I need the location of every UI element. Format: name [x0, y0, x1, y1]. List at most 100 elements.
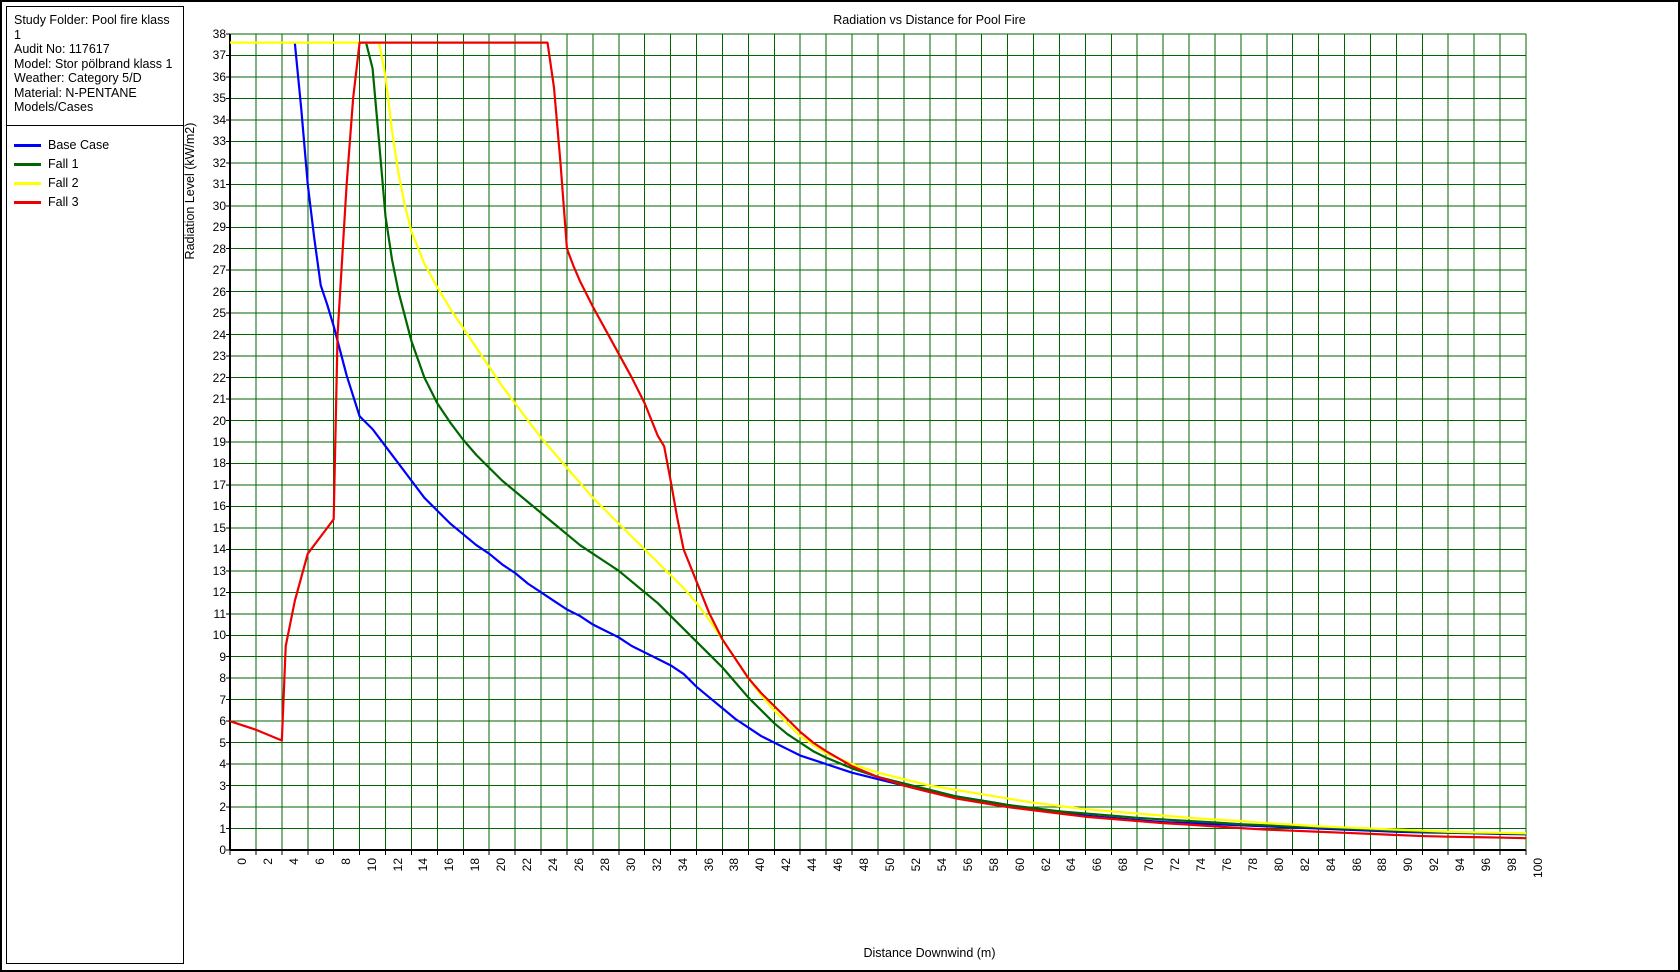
y-tick-label: 4: [219, 757, 226, 772]
plot-inner: [226, 33, 1527, 855]
x-tick-label: 50: [883, 858, 897, 872]
x-tick-label: 66: [1090, 858, 1105, 872]
y-tick-label: 37: [212, 48, 226, 63]
y-tick-label: 19: [212, 435, 226, 449]
legend-label-fall-2: Fall 2: [48, 176, 79, 190]
x-tick-label: 46: [831, 858, 846, 872]
legend-item-fall-2[interactable]: Fall 2: [14, 174, 178, 193]
x-tick-label: 6: [312, 858, 327, 865]
x-tick-label: 72: [1168, 858, 1183, 872]
x-tick-label: 86: [1349, 858, 1364, 872]
chart-title: Radiation vs Distance for Pool Fire: [833, 13, 1026, 27]
y-tick-label: 23: [212, 349, 226, 364]
x-tick-label: 88: [1375, 858, 1390, 872]
legend-item-base-case[interactable]: Base Case: [14, 136, 178, 155]
x-tick-label: 58: [986, 858, 1001, 872]
y-tick-label: 30: [212, 198, 226, 213]
y-tick-label: 35: [212, 91, 226, 106]
x-tick-label: 0: [235, 858, 249, 865]
x-tick-label: 70: [1142, 858, 1157, 872]
model-line: Model: Stor pölbrand klass 1: [14, 56, 173, 71]
material-line: Material: N-PENTANE: [14, 85, 137, 100]
x-tick-label: 44: [805, 858, 820, 872]
y-tick-label: 5: [219, 735, 226, 750]
y-tick-label: 13: [212, 563, 226, 578]
x-tick-label: 12: [390, 858, 405, 872]
legend-swatch-fall-1: [14, 162, 41, 166]
series-layer: [229, 41, 1527, 840]
y-tick-label: 16: [212, 499, 226, 514]
x-tick-label: 90: [1401, 858, 1416, 872]
y-tick-label: 14: [212, 542, 226, 557]
y-tick-label: 17: [212, 477, 226, 492]
x-tick-label: 16: [442, 858, 457, 872]
study-folder-line: Study Folder: Pool fire klass 1: [14, 13, 170, 42]
y-tick-label: 21: [212, 392, 226, 407]
y-tick-label: 11: [213, 606, 226, 621]
x-tick-label: 22: [520, 858, 535, 872]
x-tick-label: 64: [1064, 858, 1079, 872]
y-tick-label: 25: [212, 306, 226, 321]
x-axis-label: Distance Downwind (m): [863, 946, 996, 960]
x-tick-label: 18: [468, 858, 483, 872]
y-tick-label: 22: [212, 370, 226, 385]
legend-label-fall-3: Fall 3: [48, 195, 79, 209]
legend-item-fall-1[interactable]: Fall 1: [14, 155, 178, 174]
x-tick-label: 56: [960, 858, 975, 872]
x-tick-label: 80: [1271, 858, 1286, 872]
y-tick-label: 24: [212, 327, 226, 342]
y-tick-label: 18: [212, 456, 226, 471]
x-tick-label: 38: [727, 858, 742, 872]
y-tick-label: 2: [219, 800, 226, 815]
x-tick-label: 94: [1453, 858, 1468, 872]
x-tick-label: 14: [416, 858, 431, 872]
y-tick-label: 3: [219, 778, 226, 793]
weather-line: Weather: Category 5/D: [14, 71, 142, 85]
legend-swatch-fall-2: [14, 181, 41, 185]
chart-region: Radiation vs Distance for Pool Fire Radi…: [183, 6, 1674, 966]
x-tick-label: 52: [908, 858, 923, 872]
x-tick-label: 48: [857, 858, 872, 872]
x-tick-label: 84: [1323, 858, 1338, 872]
x-tick-label: 40: [753, 858, 768, 872]
audit-no-line: Audit No: 117617: [14, 42, 110, 56]
x-tick-label: 28: [597, 858, 612, 872]
y-tick-label: 20: [212, 413, 226, 428]
y-tick-label: 38: [212, 27, 226, 41]
legend-item-fall-3[interactable]: Fall 3: [14, 193, 178, 212]
x-tick-label: 96: [1479, 858, 1494, 872]
x-tick-label: 4: [286, 858, 301, 865]
y-tick-label: 31: [212, 177, 226, 192]
y-tick-label: 12: [212, 585, 226, 600]
chart-legend: Base Case Fall 1 Fall 2 Fall 3: [7, 126, 183, 216]
x-tick-label: 20: [494, 858, 509, 872]
y-tick-label: 7: [219, 692, 226, 707]
x-tick-label: 10: [364, 858, 379, 872]
y-tick-label: 29: [212, 220, 226, 235]
x-tick-label: 78: [1245, 858, 1260, 872]
x-tick-label: 68: [1116, 858, 1131, 872]
y-tick-label: 26: [212, 284, 226, 299]
x-tick-label: 2: [260, 858, 275, 865]
x-tick-label: 34: [675, 858, 690, 872]
x-tick-label: 92: [1427, 858, 1442, 872]
study-info-block: Study Folder: Pool fire klass 1 Audit No…: [7, 7, 183, 119]
y-tick-label: 10: [212, 628, 226, 643]
legend-swatch-base-case: [14, 143, 41, 147]
y-tick-label: 0: [219, 843, 226, 857]
x-tick-label: 54: [934, 858, 949, 872]
y-tick-label: 27: [212, 263, 226, 278]
legend-label-base-case: Base Case: [48, 138, 110, 152]
y-axis-label: Radiation Level (kW/m2): [183, 122, 197, 260]
y-tick-label: 9: [219, 649, 226, 664]
x-tick-label: 26: [571, 858, 586, 872]
y-tick-label: 1: [219, 821, 226, 836]
y-tick-label: 33: [212, 134, 226, 149]
y-tick-label: 34: [212, 112, 226, 127]
y-tick-label: 15: [212, 520, 226, 535]
x-tick-label: 82: [1297, 858, 1312, 872]
y-tick-label: 8: [219, 671, 226, 686]
legend-label-fall-1: Fall 1: [48, 157, 79, 171]
series-fall-2: [230, 41, 1527, 835]
x-tick-label: 8: [338, 858, 353, 865]
